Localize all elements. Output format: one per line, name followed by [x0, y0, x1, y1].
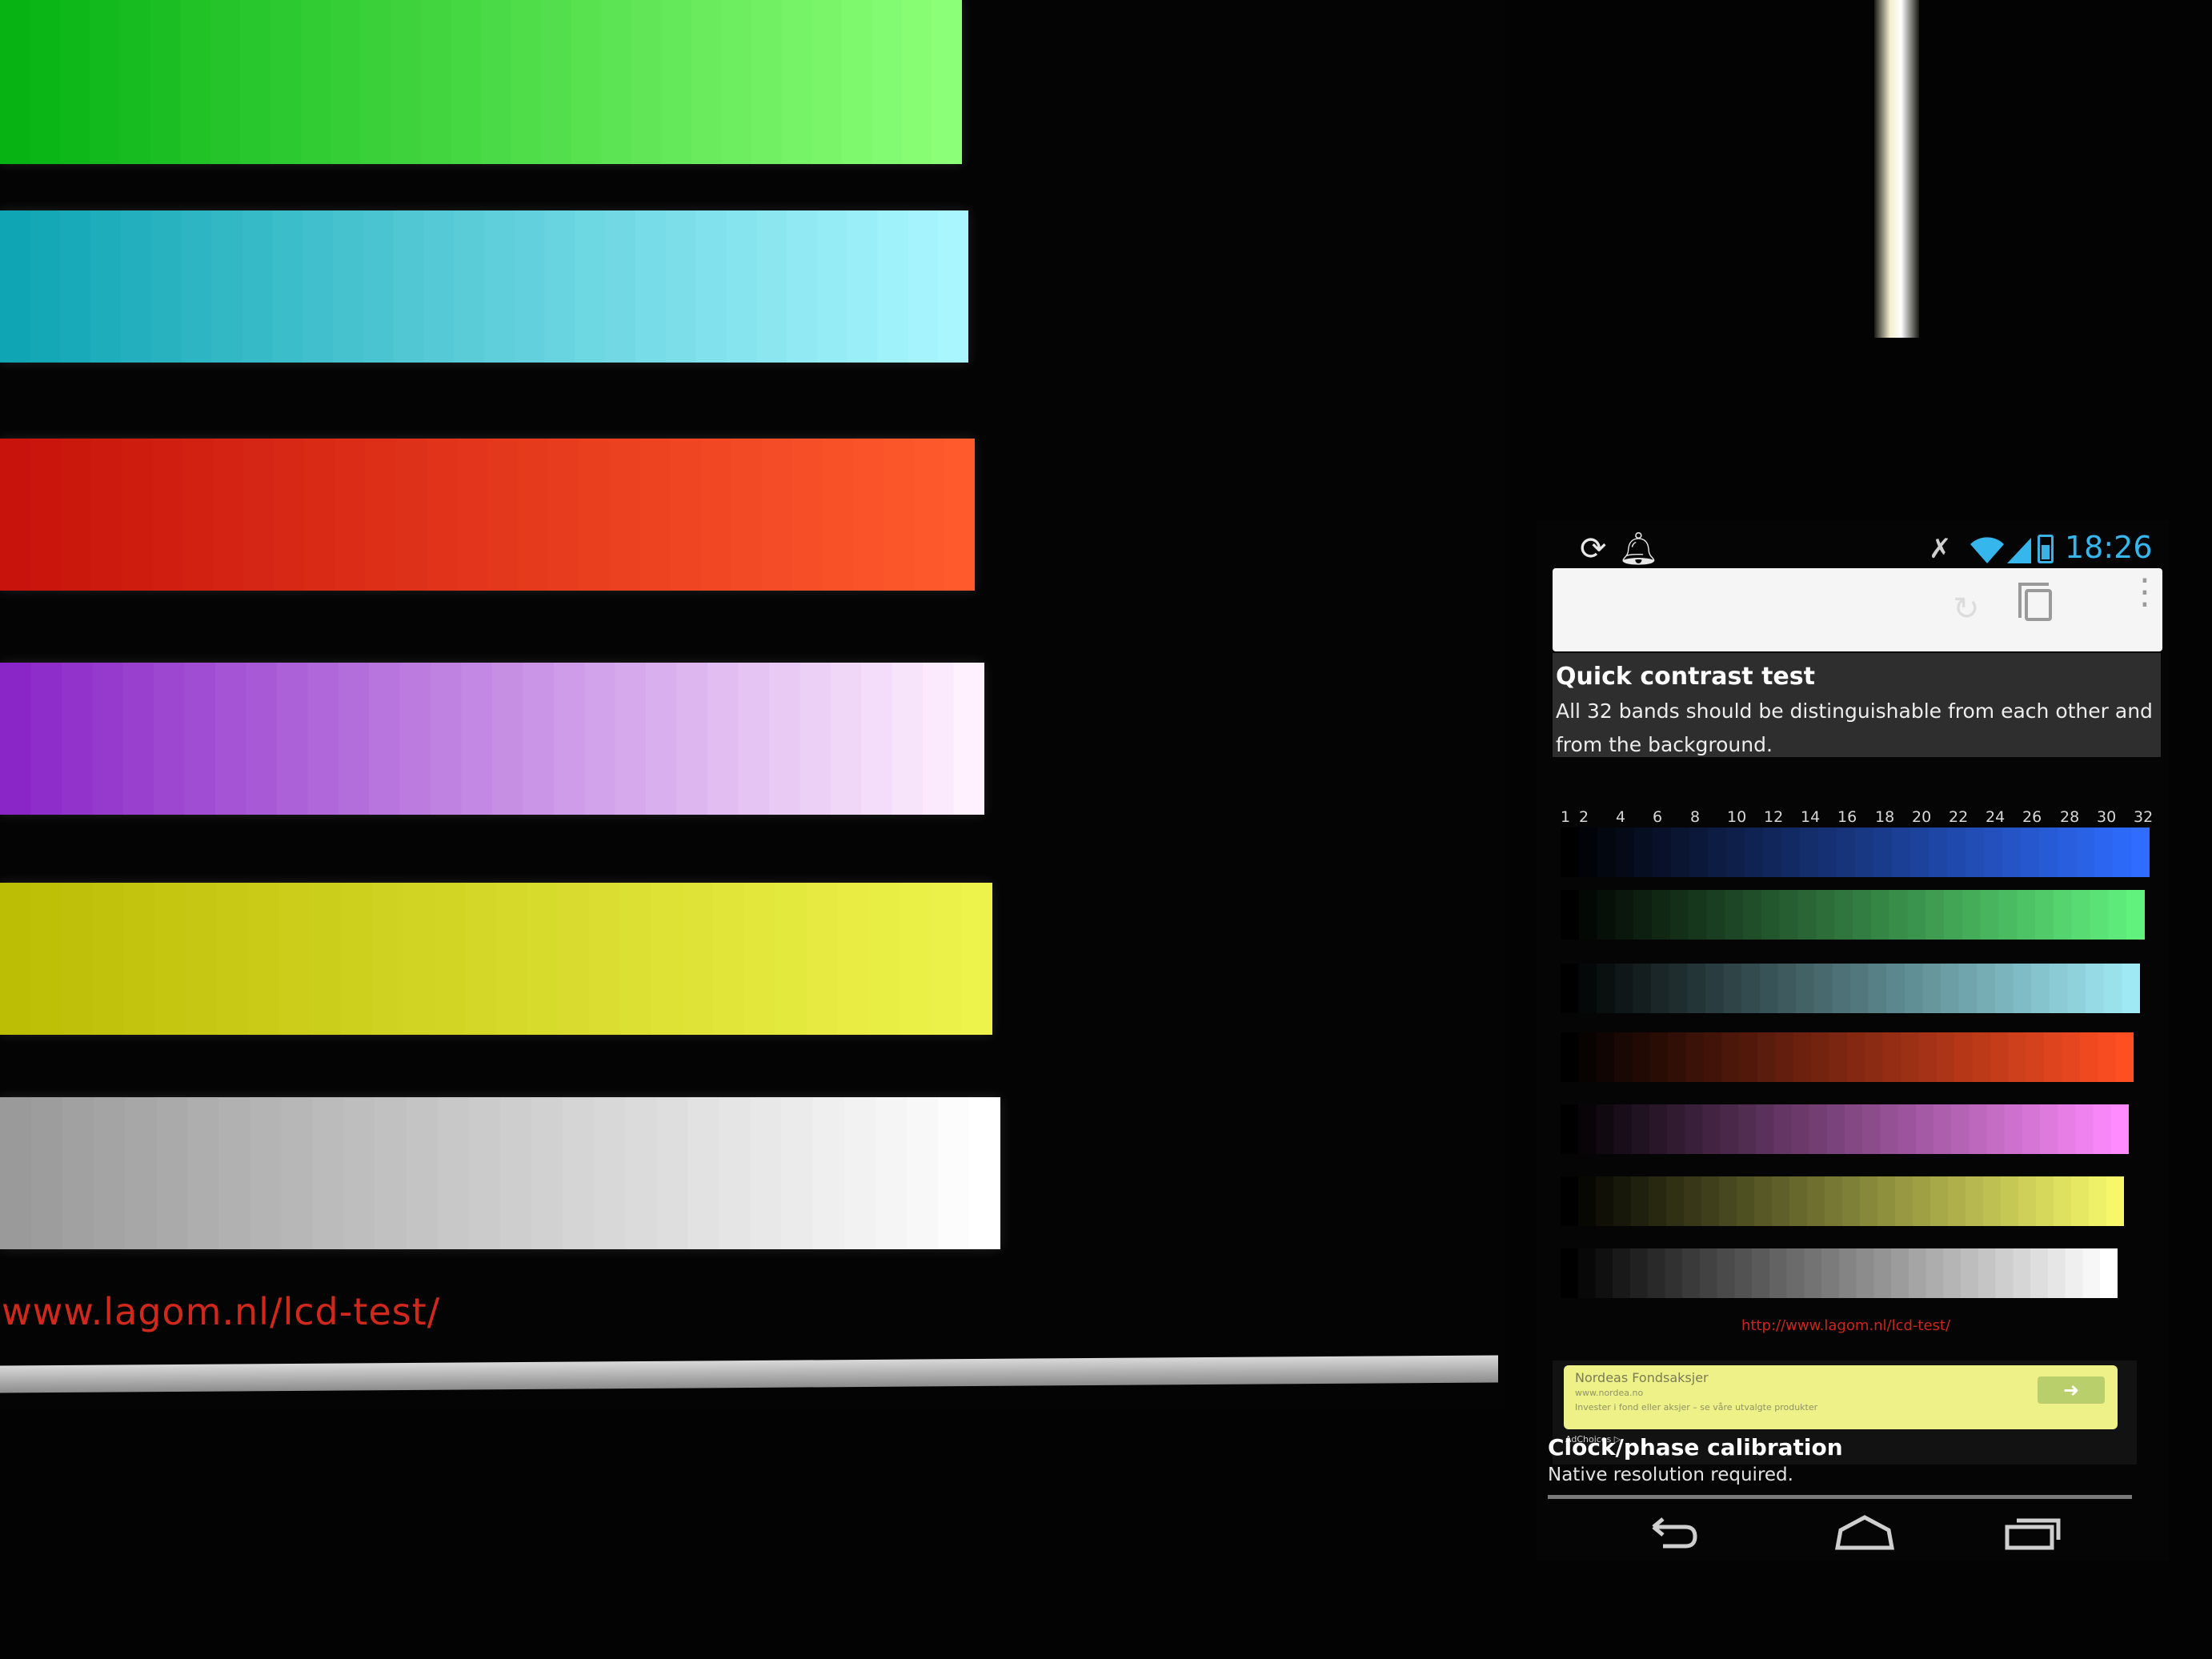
home-icon[interactable]	[1833, 1513, 1897, 1553]
ad-card[interactable]: Nordeas Fondsaksjer www.nordea.no Invest…	[1564, 1365, 2118, 1429]
phone-screen: ⟳ 🔔︎ ✗ 18:26 ↻ ⋮ Quick contrast test All…	[1537, 520, 2169, 1561]
status-time: 18:26	[2065, 530, 2153, 565]
section-description: All 32 bands should be distinguishable f…	[1556, 699, 2153, 756]
ad-go-button[interactable]: ➜	[2038, 1376, 2105, 1404]
band-number: 20	[1912, 808, 1932, 826]
monitor-bar-yellow	[0, 883, 992, 1035]
band-number: 14	[1801, 808, 1821, 826]
band-number: 30	[2097, 808, 2117, 826]
contrast-band-cyan	[1561, 964, 2140, 1013]
band-number: 6	[1653, 808, 1663, 826]
band-number: 1	[1561, 808, 1571, 826]
sync-icon: ⟳	[1580, 531, 1607, 567]
contrast-band-red	[1561, 1032, 2134, 1082]
band-number: 16	[1837, 808, 1857, 826]
status-bar: ⟳ 🔔︎ ✗ 18:26	[1553, 527, 2169, 575]
monitor-url-link[interactable]: www.lagom.nl/lcd-test/	[2, 1290, 440, 1333]
band-number: 10	[1727, 808, 1747, 826]
notification-bell-icon: 🔔︎	[1618, 531, 1659, 567]
band-number: 24	[1986, 808, 2006, 826]
mute-icon: ✗	[1929, 533, 1952, 565]
monitor-bar-purple	[0, 663, 984, 815]
contrast-band-white	[1561, 1248, 2118, 1298]
band-number: 18	[1875, 808, 1895, 826]
browser-toolbar: ↻ ⋮	[1553, 568, 2162, 651]
band-number: 8	[1690, 808, 1701, 826]
band-number: 28	[2060, 808, 2080, 826]
nav-bar	[1569, 1513, 2161, 1561]
tabs-icon[interactable]	[2018, 583, 2052, 621]
clock-section-title: Clock/phase calibration	[1548, 1434, 1843, 1461]
band-number: 12	[1764, 808, 1784, 826]
contrast-band-purple	[1561, 1104, 2129, 1154]
contrast-band-yellow	[1561, 1176, 2124, 1226]
ad-description: Invester i fond eller aksjer – se våre u…	[1575, 1402, 1818, 1413]
monitor-bar-green	[0, 0, 962, 164]
clock-section-text: Native resolution required.	[1548, 1465, 1793, 1485]
page-url-link[interactable]: http://www.lagom.nl/lcd-test/	[1741, 1317, 1950, 1334]
section-divider	[1548, 1495, 2132, 1499]
monitor-bar-red	[0, 439, 975, 591]
monitor-scrollbar[interactable]	[1874, 0, 1919, 338]
band-number: 4	[1616, 808, 1626, 826]
ad-subtitle: www.nordea.no	[1575, 1388, 1644, 1398]
band-number: 32	[2134, 808, 2154, 826]
recent-apps-icon[interactable]	[2001, 1513, 2065, 1553]
reload-icon[interactable]: ↻	[1953, 591, 1980, 627]
contrast-band-blue	[1561, 827, 2150, 877]
band-number: 26	[2022, 808, 2042, 826]
quick-contrast-section: Quick contrast test All 32 bands should …	[1553, 653, 2161, 757]
overflow-menu-icon[interactable]: ⋮	[2127, 575, 2162, 610]
back-icon[interactable]	[1642, 1513, 1698, 1553]
monitor-screen: www.lagom.nl/lcd-test/	[0, 0, 1505, 1409]
contrast-band-green	[1561, 890, 2145, 940]
monitor-bar-white	[0, 1097, 1000, 1249]
signal-icon	[2007, 538, 2031, 563]
battery-icon	[2038, 535, 2054, 563]
ad-title: Nordeas Fondsaksjer	[1575, 1370, 1709, 1385]
band-number: 2	[1579, 808, 1589, 826]
section-title: Quick contrast test	[1556, 663, 1815, 691]
wifi-icon	[1970, 537, 2004, 563]
monitor-bar-cyan	[0, 210, 968, 363]
photo-scene: www.lagom.nl/lcd-test/ ⟳ 🔔︎ ✗ 18:26 ↻ ⋮ …	[0, 0, 2212, 1659]
band-number: 22	[1949, 808, 1969, 826]
